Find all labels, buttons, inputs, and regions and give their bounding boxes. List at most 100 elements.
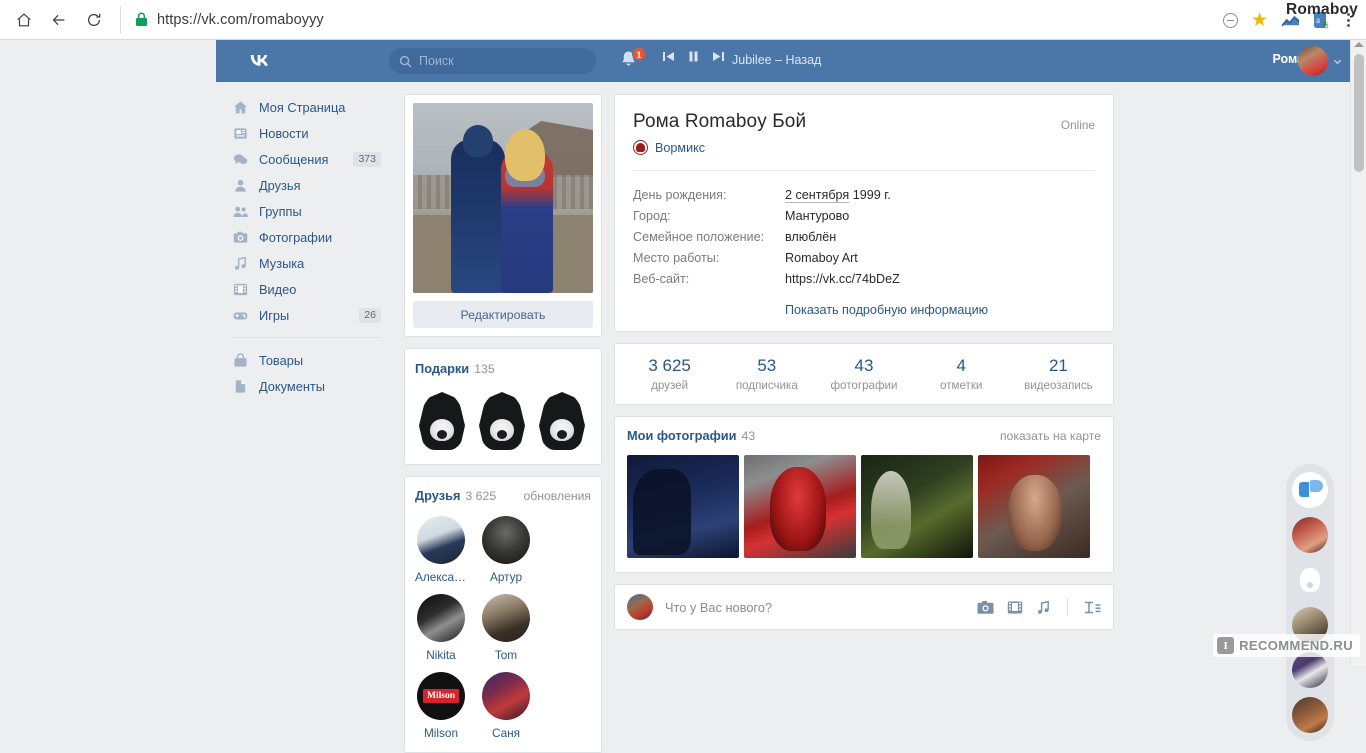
page-content: Моя Страница Новости Сообщения 373 Друзь… [216,82,1350,665]
sidebar-item-label: Товары [259,353,303,368]
sidebar-item-games[interactable]: Игры 26 [232,302,387,328]
friend-name: Nikita [415,648,467,662]
counter-tags[interactable]: 4 отметки [913,356,1010,392]
music-icon[interactable] [1036,600,1051,615]
gift-item[interactable] [539,392,585,450]
zoom-minus-icon[interactable] [1223,13,1238,28]
sidebar-item-groups[interactable]: Группы [232,198,387,224]
friend-name: Александ... [415,570,467,584]
friend-item[interactable]: Milson Milson [415,672,467,740]
counter-label: отметки [913,379,1010,392]
back-arrow-icon[interactable] [49,10,69,30]
photo-thumbnail[interactable] [861,455,973,558]
sidebar-item-label: Музыка [259,256,304,271]
sidebar-item-my-page[interactable]: Моя Страница [232,94,387,120]
sidebar-item-friends[interactable]: Друзья [232,172,387,198]
friend-item[interactable]: Артур [480,516,532,584]
video-icon[interactable] [1007,600,1023,615]
current-track-label[interactable]: Jubilee – Назад [732,53,821,67]
counter-friends[interactable]: 3 625 друзей [621,356,718,392]
friend-item[interactable]: Tom [480,594,532,662]
prev-track-icon[interactable] [662,50,675,63]
home-icon[interactable] [14,10,34,30]
friend-item[interactable]: Nikita [415,594,467,662]
vk-header: Поиск 1 Jubilee – Назад Рома [216,40,1350,82]
profile-info-table: День рождения: 2 сентября 1999 г. Город:… [633,184,1095,289]
post-input-placeholder[interactable]: Что у Вас нового? [665,600,772,615]
counter-followers[interactable]: 53 подписчика [718,356,815,392]
wormix-badge-label[interactable]: Вормикс [655,141,705,155]
sidebar-item-label: Игры [259,308,289,323]
photo-thumbnail[interactable] [627,455,739,558]
scrollbar-up-arrow-icon[interactable] [1354,42,1364,47]
avatar-figure-woman-hair [505,129,545,181]
audio-player-controls [662,50,725,63]
sidebar-item-documents[interactable]: Документы [232,373,387,399]
photo-thumbnail[interactable] [978,455,1090,558]
chat-avatar[interactable] [1292,697,1328,733]
chat-avatar[interactable] [1292,517,1328,553]
gifts-card: Подарки135 [404,348,602,465]
sidebar-item-music[interactable]: Музыка [232,250,387,276]
counter-videos[interactable]: 21 видеозапись [1010,356,1107,392]
counter-photos[interactable]: 43 фотографии [815,356,912,392]
photos-title[interactable]: Мои фотографии [627,428,737,443]
camera-icon[interactable] [977,600,994,615]
sidebar-item-label: Друзья [259,178,301,193]
chat-avatar[interactable] [1292,562,1328,598]
next-track-icon[interactable] [712,50,725,63]
reload-icon[interactable] [84,10,104,30]
search-input[interactable]: Поиск [389,48,596,74]
info-key: День рождения: [633,184,785,205]
star-icon[interactable]: ★ [1251,11,1268,30]
gift-item[interactable] [419,392,465,450]
friends-updates-link[interactable]: обновления [524,489,592,503]
browser-profile-name[interactable]: Romaboy [1286,1,1358,19]
sidebar-item-messages[interactable]: Сообщения 373 [232,146,387,172]
avatar [482,594,530,642]
chat-avatar[interactable] [1292,652,1328,688]
divider [633,170,1095,171]
chat-avatar[interactable] [1292,472,1328,508]
page-title: Рома Romaboy Бой [633,111,1095,133]
table-row: День рождения: 2 сентября 1999 г. [633,184,1095,205]
profile-avatar-photo[interactable] [413,103,593,293]
vk-logo[interactable] [244,51,274,71]
friend-item[interactable]: Александ... [415,516,467,584]
friends-title[interactable]: Друзья [415,488,460,503]
sidebar-item-photos[interactable]: Фотографии [232,224,387,250]
avatar-card: Редактировать [404,94,602,337]
photos-card: Мои фотографии43 показать на карте [614,416,1114,573]
text-format-icon[interactable] [1084,600,1101,615]
friends-card: Друзья3 625 обновления Александ... Артур… [404,476,602,753]
sidebar-item-news[interactable]: Новости [232,120,387,146]
gift-item[interactable] [479,392,525,450]
chevron-down-icon[interactable] [1333,57,1342,66]
scrollbar-thumb[interactable] [1354,54,1364,172]
notifications-badge: 1 [632,47,646,61]
friend-item[interactable]: Саня [480,672,532,740]
show-detailed-info-link[interactable]: Показать подробную информацию [785,303,1095,317]
avatar [482,672,530,720]
sidebar-item-goods[interactable]: Товары [232,347,387,373]
header-avatar[interactable] [1298,46,1328,76]
documents-icon [232,378,248,394]
photo-thumbnail[interactable] [744,455,856,558]
gifts-title[interactable]: Подарки [415,361,469,376]
watermark-badge: I [1217,637,1234,654]
goods-icon [232,352,248,368]
friend-name: Артур [480,570,532,584]
profile-main-column: Online Рома Romaboy Бой Вормикс День рож… [614,94,1114,630]
show-on-map-link[interactable]: показать на карте [1000,429,1101,443]
birthday-link[interactable]: 2 сентября [785,188,849,203]
website-value[interactable]: https://vk.cc/74bDeZ [785,268,1095,289]
post-composer[interactable]: Что у Вас нового? [614,584,1114,630]
page-scrollbar[interactable] [1350,40,1366,665]
pause-icon[interactable] [687,50,700,63]
avatar [627,594,653,620]
edit-profile-button[interactable]: Редактировать [413,301,593,328]
notifications-button[interactable]: 1 [620,50,642,72]
address-bar[interactable]: https://vk.com/romaboyyy [120,6,1240,34]
watermark-text: RECOMMEND.RU [1239,638,1353,653]
sidebar-item-video[interactable]: Видео [232,276,387,302]
